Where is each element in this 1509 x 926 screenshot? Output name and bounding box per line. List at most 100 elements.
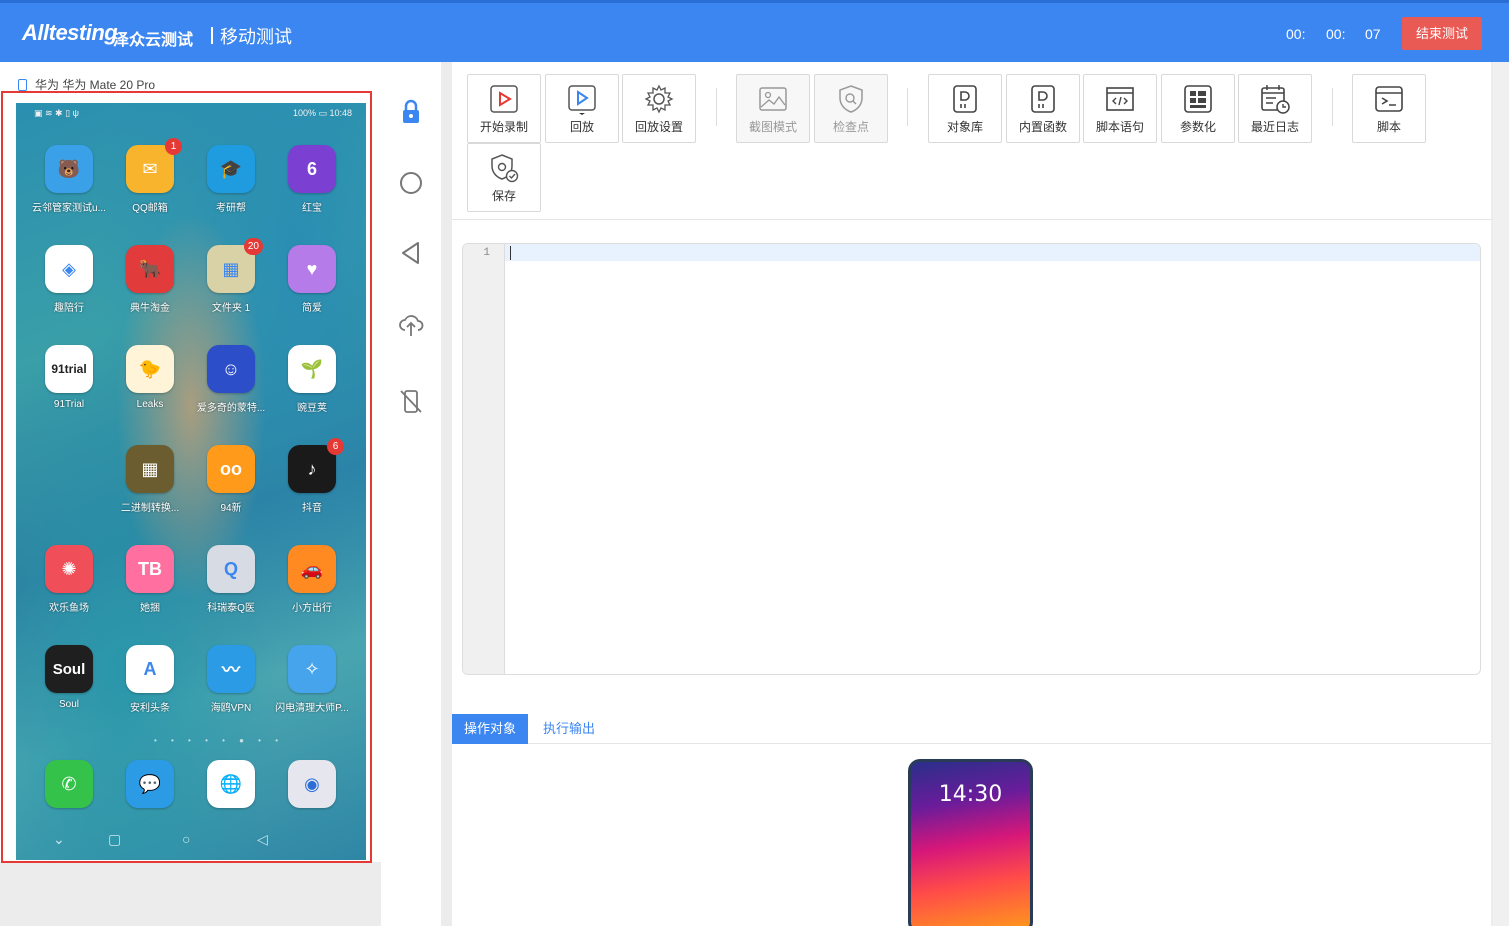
checkpoint-button[interactable]: 检查点 xyxy=(814,74,888,143)
app-label: 小方出行 xyxy=(292,603,332,614)
script-statement-button[interactable]: 脚本语句 xyxy=(1083,74,1157,143)
app-shortcut[interactable]: ◈ 趣陪行 xyxy=(31,245,107,314)
app-shortcut[interactable]: 🐤 Leaks xyxy=(112,345,188,410)
94-app-icon: oo xyxy=(207,445,255,493)
logo-text: Alltesting xyxy=(22,20,118,45)
app-shortcut[interactable]: Q 科瑞泰Q医 xyxy=(193,545,269,614)
record-icon xyxy=(487,83,521,115)
page-scrollbar[interactable] xyxy=(1493,62,1509,926)
toolbar-divider xyxy=(907,88,908,126)
app-label: 抖音 xyxy=(302,503,322,514)
jianai-app-icon: ♥ xyxy=(288,245,336,293)
object-preview-image: 14:30 xyxy=(908,759,1033,926)
image-icon xyxy=(756,83,790,115)
folder-icon: ▦ 20 xyxy=(207,238,263,293)
end-test-button[interactable]: 结束测试 xyxy=(1402,17,1482,50)
a-app-icon: A xyxy=(126,645,174,693)
nav-home-icon[interactable]: ○ xyxy=(182,831,190,847)
app-label: 科瑞泰Q医 xyxy=(207,603,255,614)
cloud-upload-icon[interactable] xyxy=(398,311,424,337)
disconnect-device-icon[interactable] xyxy=(398,388,424,414)
device-status-bar: ▣ ≋ ✱ ▯ ψ 100% ▭ 10:48 xyxy=(16,108,366,122)
toolbar-button-label: 回放 xyxy=(569,120,594,134)
line-number: 1 xyxy=(483,247,490,259)
app-shortcut[interactable]: ✉ 1 QQ邮箱 xyxy=(112,138,188,214)
app-shortcut[interactable]: A 安利头条 xyxy=(112,645,188,714)
diamond-app-icon: ◈ xyxy=(45,245,93,293)
cleaner-app-icon: ✧ xyxy=(288,645,336,693)
app-label: 红宝 xyxy=(302,203,322,214)
app-shortcut[interactable]: ✧ 闪电清理大师P... xyxy=(274,645,350,714)
nav-back-icon[interactable]: ◁ xyxy=(257,831,268,848)
dock-app[interactable]: ✆ xyxy=(31,760,107,808)
status-icons-left: ▣ ≋ ✱ ▯ ψ xyxy=(34,108,79,118)
app-shortcut[interactable]: 6 红宝 xyxy=(274,145,350,214)
app-shortcut[interactable]: oo 94新 xyxy=(193,445,269,514)
trial-app-icon: 91trial xyxy=(45,345,93,393)
app-label: 考研帮 xyxy=(216,203,246,214)
timer-minutes: 00: xyxy=(1326,26,1346,42)
device-pane-footer xyxy=(0,862,381,926)
calculator-app-icon: ▦ xyxy=(126,445,174,493)
app-shortcut[interactable]: 〰海鸥VPN xyxy=(193,645,269,714)
app-shortcut[interactable]: ☺ 爱多奇的蒙特... xyxy=(193,345,269,414)
page-indicator: • • • • • ● • • xyxy=(154,736,284,745)
device-screen[interactable]: ▣ ≋ ✱ ▯ ψ 100% ▭ 10:48 🐻 云邻管家测试u... ✉ 1 QQ邮箱… xyxy=(16,103,366,860)
header-divider xyxy=(211,27,213,44)
object-library-button[interactable]: 对象库 xyxy=(928,74,1002,143)
start-record-button[interactable]: 开始录制 xyxy=(467,74,541,143)
car-app-icon: 🚗 xyxy=(288,545,336,593)
app-shortcut[interactable]: 🐂 典牛淘金 xyxy=(112,245,188,314)
app-shortcut[interactable]: 🎓 考研帮 xyxy=(193,145,269,214)
app-shortcut[interactable]: 🐻 云邻管家测试u... xyxy=(31,145,107,214)
nav-hide-icon[interactable]: ⌄ xyxy=(53,831,65,848)
toolbar-button-label: 截图模式 xyxy=(748,120,797,134)
back-triangle-icon[interactable] xyxy=(398,240,424,266)
playback-button[interactable]: 回放 xyxy=(545,74,619,143)
recent-log-button[interactable]: 最近日志 xyxy=(1238,74,1312,143)
logo-cn: 泽众云测试 xyxy=(113,32,194,49)
pea-app-icon: 🌱 xyxy=(288,345,336,393)
lock-icon[interactable] xyxy=(398,99,424,125)
redbox-app-icon: 6 xyxy=(288,145,336,193)
tb-app-icon: TB xyxy=(126,545,174,593)
app-shortcut[interactable]: ▦ 二进制转换... xyxy=(112,445,188,514)
app-shortcut[interactable]: ▦ 20 文件夹 1 xyxy=(193,238,269,314)
playback-settings-button[interactable]: 回放设置 xyxy=(622,74,696,143)
active-line[interactable] xyxy=(505,244,1480,261)
grid-list-icon xyxy=(1181,83,1215,115)
soul-app-icon: Soul xyxy=(45,645,93,693)
dock-app[interactable]: 🌐 xyxy=(193,760,269,808)
dock-app[interactable]: ◉ xyxy=(274,760,350,808)
tab-operation-objects[interactable]: 操作对象 xyxy=(452,714,529,744)
parameterize-button[interactable]: 参数化 xyxy=(1161,74,1235,143)
doc-d-icon xyxy=(948,83,982,115)
app-label: 爱多奇的蒙特... xyxy=(196,403,266,414)
builtin-functions-button[interactable]: 内置函数 xyxy=(1006,74,1080,143)
app-shortcut[interactable]: ♥ 简爱 xyxy=(274,245,350,314)
toolbar-button-label: 开始录制 xyxy=(479,120,528,134)
app-shortcut[interactable]: 🚗 小方出行 xyxy=(274,545,350,614)
terminal-icon xyxy=(1372,83,1406,115)
app-shortcut[interactable]: 🌱 豌豆荚 xyxy=(274,345,350,414)
app-shortcut[interactable]: 91trial 91Trial xyxy=(31,345,107,410)
bear-app-icon: 🐻 xyxy=(45,145,93,193)
home-circle-icon[interactable] xyxy=(398,170,424,196)
app-label: 云邻管家测试u... xyxy=(32,203,106,214)
tab-execution-output[interactable]: 执行输出 xyxy=(531,714,607,744)
app-label: 94新 xyxy=(220,503,242,514)
script-editor[interactable]: 1 xyxy=(462,243,1481,675)
screenshot-mode-button[interactable]: 截图模式 xyxy=(736,74,810,143)
script-button[interactable]: 脚本 xyxy=(1352,74,1426,143)
app-shortcut[interactable]: ♪ 6 抖音 xyxy=(274,438,350,514)
dock-app[interactable]: 💬 xyxy=(112,760,188,808)
camera-app-icon: ◉ xyxy=(288,760,336,808)
preview-clock: 14:30 xyxy=(938,782,1003,807)
save-button[interactable]: 保存 xyxy=(467,143,541,212)
app-shortcut[interactable]: TB 她捆 xyxy=(112,545,188,614)
app-label: QQ邮箱 xyxy=(132,203,168,214)
app-shortcut[interactable]: Soul Soul xyxy=(31,645,107,710)
graduation-app-icon: 🎓 xyxy=(207,145,255,193)
nav-recent-icon[interactable]: ▢ xyxy=(108,831,121,848)
app-shortcut[interactable]: ✺ 欢乐鱼场 xyxy=(31,545,107,614)
